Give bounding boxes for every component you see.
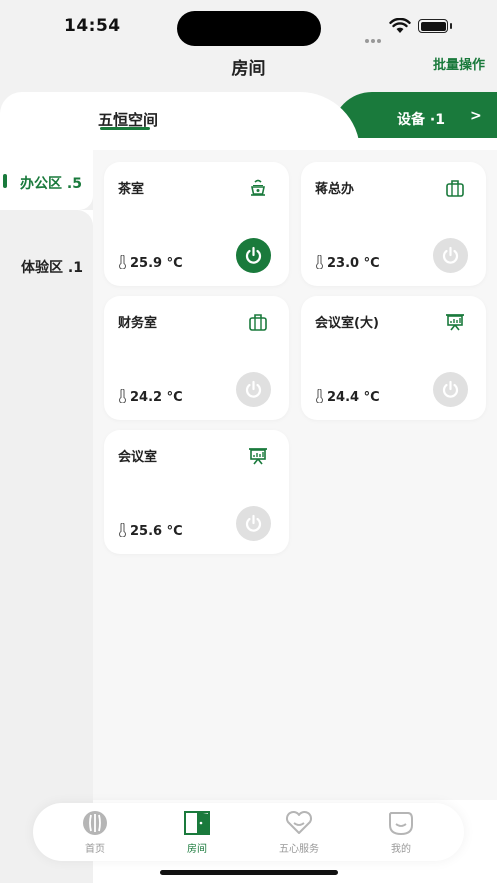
room-temperature: 25.9 °C [118, 255, 183, 271]
room-temperature: 24.2 °C [118, 389, 183, 405]
room-card[interactable]: 会议室(大) 24.4 °C [301, 296, 486, 420]
thermometer-icon [119, 255, 126, 269]
chevron-right-icon: > [470, 108, 482, 124]
presentation-icon [249, 448, 267, 465]
wifi-icon [389, 18, 411, 33]
thermometer-icon [119, 523, 126, 537]
tab-home[interactable]: 首页 [60, 809, 130, 855]
sidebar-item-office[interactable]: 办公区 .5 [0, 158, 93, 210]
door-icon [184, 811, 210, 835]
power-toggle-button[interactable] [236, 372, 271, 407]
room-temperature: 25.6 °C [118, 523, 183, 539]
sidebar-item-label: 办公区 .5 [20, 176, 82, 192]
briefcase-icon [446, 180, 464, 197]
thermometer-icon [119, 389, 126, 403]
thermometer-icon [316, 255, 323, 269]
room-name: 茶室 [118, 182, 145, 197]
area-sidebar: 办公区 .5 体验区 .1 [0, 158, 93, 883]
tab-space-underline [100, 127, 150, 130]
room-card[interactable]: 财务室 24.2 °C [104, 296, 289, 420]
power-toggle-button[interactable] [236, 238, 271, 273]
tab-profile[interactable]: 我的 [366, 809, 436, 855]
room-card[interactable]: 会议室 25.6 °C [104, 430, 289, 554]
smile-icon [389, 812, 413, 836]
tab-devices-label: 设备 ·1 [397, 112, 445, 128]
heart-icon [285, 810, 313, 834]
sidebar-item-label: 体验区 .1 [21, 260, 83, 276]
room-card[interactable]: 茶室 25.9 °C [104, 162, 289, 286]
power-toggle-button[interactable] [433, 238, 468, 273]
room-name: 会议室 [118, 450, 158, 465]
status-time: 14:54 [64, 16, 121, 36]
room-name: 财务室 [118, 316, 158, 331]
power-icon [245, 380, 262, 398]
room-name: 蒋总办 [315, 182, 355, 197]
tab-label: 我的 [391, 844, 411, 855]
room-card[interactable]: 蒋总办 23.0 °C [301, 162, 486, 286]
power-icon [245, 514, 262, 532]
battery-icon [418, 19, 448, 33]
home-indicator [160, 870, 338, 875]
batch-operation-button[interactable]: 批量操作 [433, 54, 485, 73]
sidebar-item-experience[interactable]: 体验区 .1 [0, 242, 93, 294]
thermometer-icon [316, 389, 323, 403]
room-temperature: 24.4 °C [315, 389, 380, 405]
power-icon [245, 246, 262, 264]
room-name: 会议室(大) [315, 316, 379, 331]
room-temperature: 23.0 °C [315, 255, 380, 271]
dynamic-island [177, 11, 321, 46]
signal-icon [365, 28, 383, 47]
power-toggle-button[interactable] [433, 372, 468, 407]
active-indicator [3, 174, 7, 188]
power-toggle-button[interactable] [236, 506, 271, 541]
page-title: 房间 [231, 59, 266, 79]
tab-label: 五心服务 [279, 844, 319, 855]
tab-label: 首页 [85, 844, 105, 855]
power-icon [442, 246, 459, 264]
power-icon [442, 380, 459, 398]
tab-services[interactable]: 五心服务 [264, 809, 334, 855]
presentation-icon [446, 314, 464, 331]
home-icon [83, 811, 107, 835]
tea-icon [251, 179, 265, 196]
tab-label: 房间 [187, 844, 207, 855]
status-bar: 14:54 [0, 0, 497, 50]
tab-rooms[interactable]: 房间 [162, 809, 232, 855]
briefcase-icon [249, 314, 267, 331]
bottom-tab-bar: 首页 房间 五心服务 我的 [33, 803, 464, 861]
